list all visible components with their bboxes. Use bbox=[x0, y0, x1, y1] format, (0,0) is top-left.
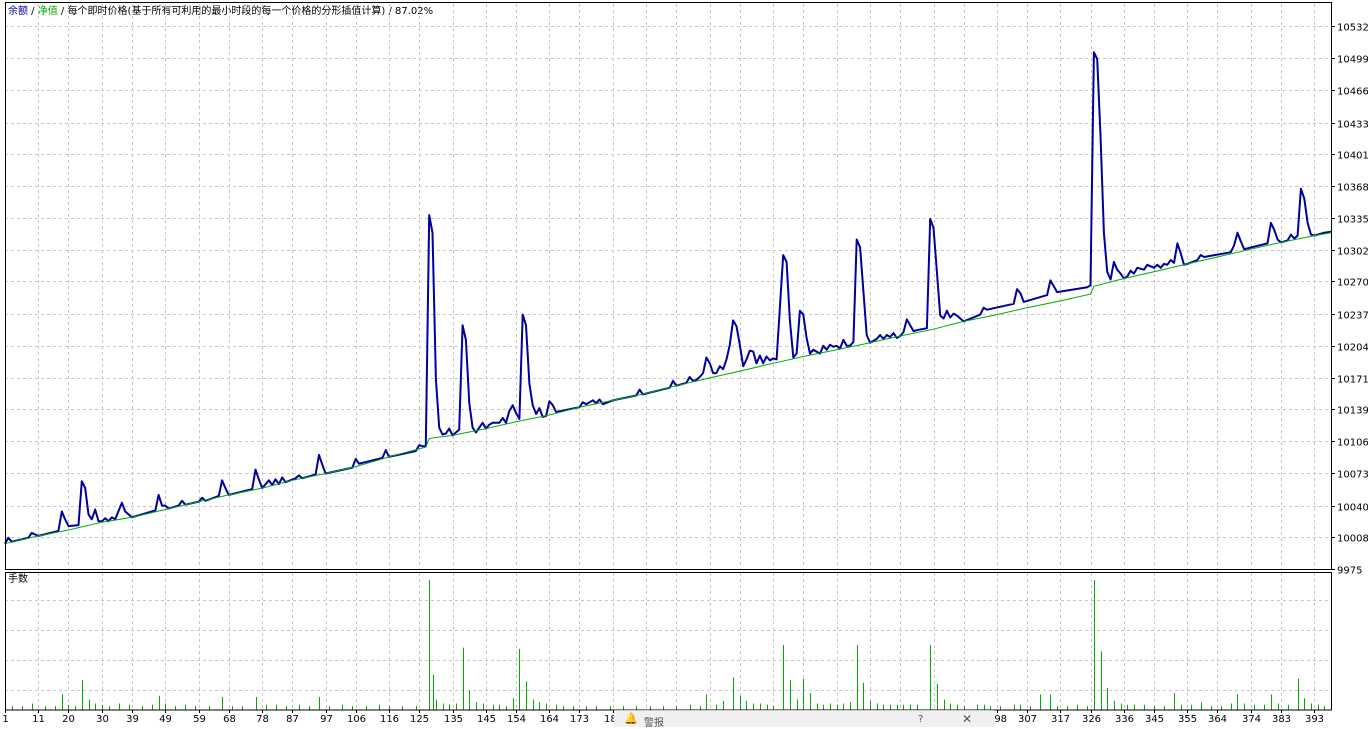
x-tick-label: 116 bbox=[380, 714, 399, 725]
x-tick-label: 307 bbox=[1018, 714, 1037, 725]
y-tick-label: 10106 bbox=[1337, 438, 1368, 449]
balance-series bbox=[4, 232, 1332, 545]
x-tick-label: 393 bbox=[1305, 714, 1324, 725]
x-tick-label: 49 bbox=[159, 714, 172, 725]
x-tick-label: 30 bbox=[96, 714, 109, 725]
x-tick-label: 20 bbox=[62, 714, 75, 725]
balance-line bbox=[4, 232, 1332, 545]
alert-label[interactable]: 警报 bbox=[644, 714, 664, 729]
y-tick-label: 10368 bbox=[1337, 183, 1368, 194]
legend-model-text: 每个即时价格(基于所有可利用的最小时段的每一个价格的分形插值计算) bbox=[67, 4, 385, 17]
x-tick-label: 106 bbox=[347, 714, 366, 725]
y-tick-label: 10499 bbox=[1337, 55, 1368, 66]
x-tick-label: 125 bbox=[410, 714, 429, 725]
y-tick-label: 10139 bbox=[1337, 406, 1368, 417]
y-tick-label: 10040 bbox=[1337, 503, 1368, 514]
x-tick-label: 135 bbox=[444, 714, 463, 725]
equity-series bbox=[4, 51, 1332, 545]
x-tick-label: 87 bbox=[286, 714, 299, 725]
y-tick-label: 10073 bbox=[1337, 470, 1368, 481]
x-tick-label: 364 bbox=[1208, 714, 1227, 725]
strategy-tester-chart: 余额 / 净值 / 每个即时价格(基于所有可利用的最小时段的每一个价格的分形插值… bbox=[2, 2, 1368, 725]
grid bbox=[5, 4, 1331, 710]
equity-line bbox=[4, 51, 1332, 545]
y-tick-label: 10532 bbox=[1337, 23, 1368, 34]
y-tick-label: 9975 bbox=[1337, 566, 1362, 577]
lower-panel-label: 手数 bbox=[8, 572, 28, 585]
lower-panel-border bbox=[5, 572, 1332, 711]
x-tick-label: 1 bbox=[2, 714, 8, 725]
legend-equity-label: 净值 bbox=[38, 4, 58, 17]
y-tick-label: 10335 bbox=[1337, 215, 1368, 226]
close-icon[interactable]: ✕ bbox=[962, 712, 972, 726]
upper-panel-border bbox=[5, 2, 1332, 570]
y-tick-label: 10237 bbox=[1337, 311, 1368, 322]
legend-quality: 87.02% bbox=[395, 6, 433, 17]
chart-frame bbox=[5, 2, 1332, 711]
x-tick-label: 164 bbox=[540, 714, 559, 725]
x-tick-label: 336 bbox=[1115, 714, 1134, 725]
x-tick-label: 78 bbox=[256, 714, 269, 725]
y-tick-label: 10270 bbox=[1337, 278, 1368, 289]
x-tick-label: 68 bbox=[223, 714, 236, 725]
x-tick-label: 345 bbox=[1145, 714, 1164, 725]
x-tick-label: 97 bbox=[320, 714, 333, 725]
legend-balance-label: 余额 bbox=[8, 4, 28, 17]
x-tick-label: 39 bbox=[126, 714, 139, 725]
y-tick-label: 10401 bbox=[1337, 151, 1368, 162]
x-tick-label: 154 bbox=[507, 714, 526, 725]
y-tick-label: 10171 bbox=[1337, 375, 1368, 386]
x-tick-label: 374 bbox=[1242, 714, 1261, 725]
legend-separator: / bbox=[28, 6, 38, 17]
x-tick-label: 173 bbox=[570, 714, 589, 725]
y-axis-ticks: 10532 10499 10466 10433 10401 10368 10335 10302… bbox=[1331, 23, 1368, 577]
y-tick-label: 10433 bbox=[1337, 120, 1368, 131]
x-tick-label: 317 bbox=[1051, 714, 1070, 725]
legend-separator: / bbox=[58, 6, 68, 17]
legend-separator: / bbox=[385, 6, 395, 17]
y-tick-label: 10466 bbox=[1337, 87, 1368, 98]
help-icon[interactable]: ? bbox=[918, 714, 923, 725]
x-tick-label: 59 bbox=[193, 714, 206, 725]
bell-icon[interactable]: 🔔 bbox=[624, 712, 638, 725]
chart-legend: 余额 / 净值 / 每个即时价格(基于所有可利用的最小时段的每一个价格的分形插值… bbox=[8, 4, 433, 17]
y-tick-label: 10302 bbox=[1337, 247, 1368, 258]
x-tick-label: 11 bbox=[32, 714, 45, 725]
x-tick-label: 383 bbox=[1272, 714, 1291, 725]
x-tick-label: 145 bbox=[477, 714, 496, 725]
x-tick-label: 326 bbox=[1082, 714, 1101, 725]
x-tick-label: 355 bbox=[1178, 714, 1197, 725]
y-tick-label: 10204 bbox=[1337, 343, 1368, 354]
y-tick-label: 10008 bbox=[1337, 534, 1368, 545]
alert-toolbar: 🔔 警报 ? ✕ bbox=[614, 710, 994, 729]
